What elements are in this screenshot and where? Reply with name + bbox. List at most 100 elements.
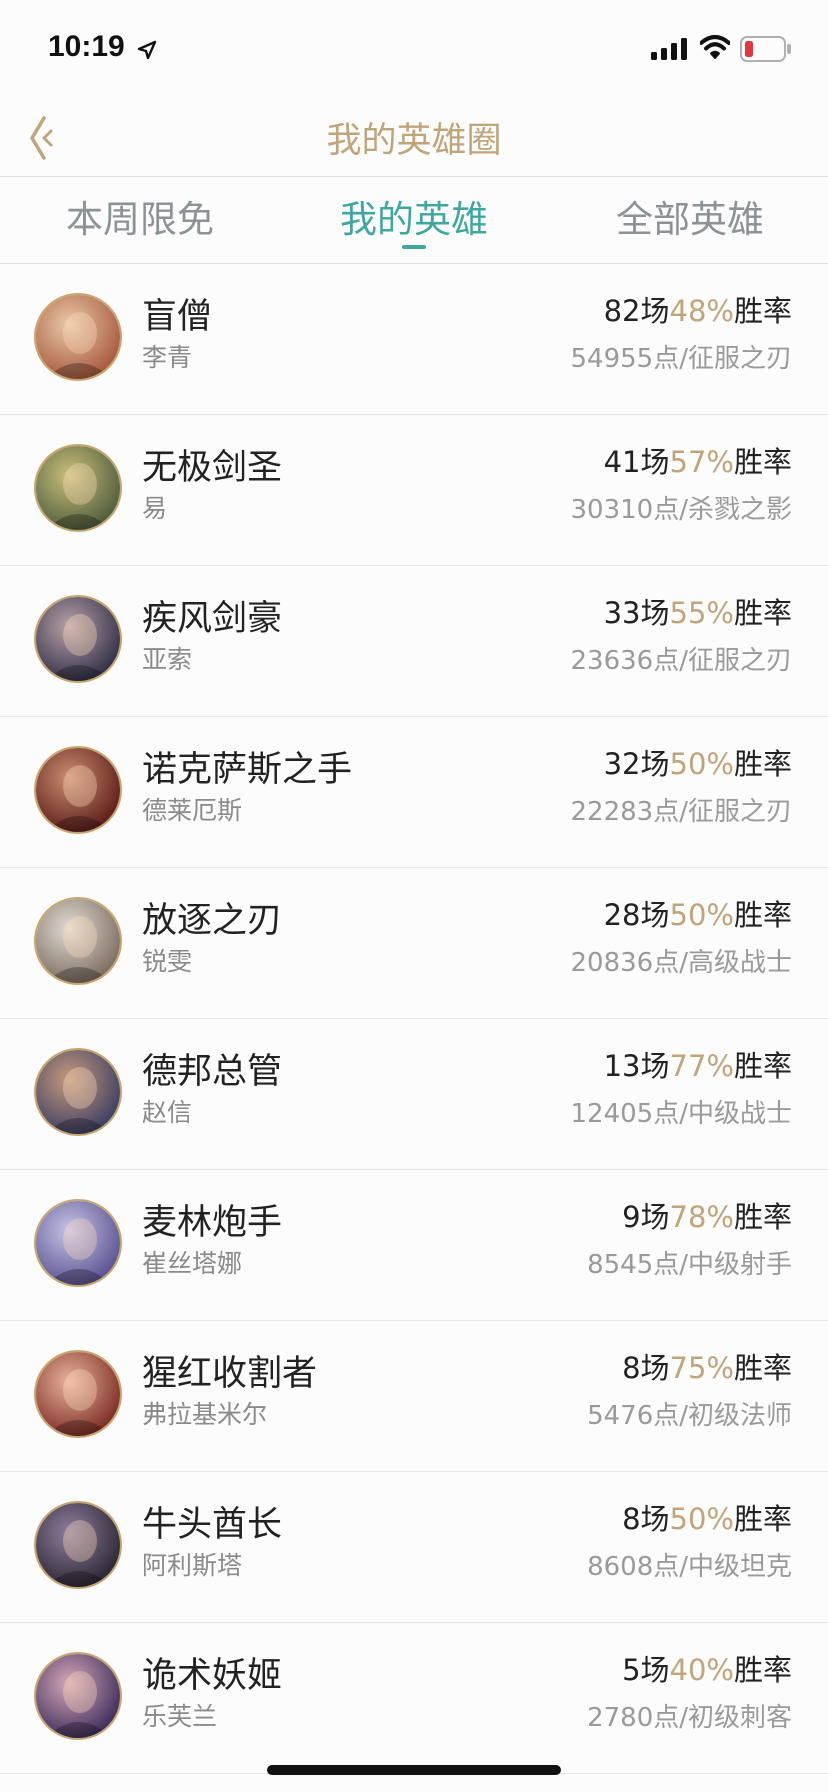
hero-win-rate: 75% — [669, 1351, 734, 1385]
status-bar: 10:19 — [0, 0, 828, 100]
hero-row[interactable]: 德邦总管赵信 13场77%胜率 12405点/中级战士 — [0, 1019, 828, 1170]
hero-games: 8场 — [622, 1351, 670, 1385]
hero-title: 诺克萨斯之手 — [142, 750, 353, 790]
hero-row[interactable]: 疾风剑豪亚索 33场55%胜率 23636点/征服之刃 — [0, 566, 828, 717]
hero-stats: 13场77%胜率 — [604, 1043, 792, 1085]
status-time: 10:19 — [48, 30, 125, 63]
hero-title: 诡术妖姬 — [142, 1656, 283, 1696]
hero-avatar — [34, 897, 122, 985]
hero-rate-label: 胜率 — [733, 596, 792, 630]
hero-stats: 9场78%胜率 — [622, 1194, 792, 1236]
hero-name: 德莱厄斯 — [142, 796, 243, 825]
hero-title: 牛头酋长 — [142, 1505, 283, 1545]
hero-list: 盲僧 李青 82场48%胜率 54955点/征服之刃 无极剑圣易 41场57%胜率 3031… — [0, 264, 828, 1774]
hero-games: 5场 — [622, 1653, 670, 1687]
hero-stats: 28场50%胜率 — [604, 892, 792, 934]
wifi-icon — [700, 35, 730, 59]
hero-title: 德邦总管 — [142, 1052, 283, 1092]
hero-avatar — [34, 293, 122, 381]
hero-points: 12405点/中级战士 — [570, 1099, 792, 1129]
hero-points: 8608点/中级坦克 — [587, 1552, 792, 1582]
hero-name: 阿利斯塔 — [142, 1551, 243, 1580]
hero-rate-label: 胜率 — [733, 1049, 792, 1083]
hero-row[interactable]: 盲僧李青 82场48%胜率 54955点/征服之刃 — [0, 264, 828, 415]
hero-stats: 5场40%胜率 — [622, 1647, 792, 1689]
hero-row[interactable]: 无极剑圣易 41场57%胜率 30310点/杀戮之影 — [0, 415, 828, 566]
hero-stats: 8场50%胜率 — [622, 1496, 792, 1538]
signal-icon — [651, 38, 687, 60]
hero-games: 33场 — [603, 596, 670, 630]
hero-games: 13场 — [603, 1049, 670, 1083]
hero-row[interactable]: 诡术妖姬乐芙兰 5场40%胜率 2780点/初级刺客 — [0, 1623, 828, 1774]
hero-rate-label: 胜率 — [733, 1351, 792, 1385]
hero-name: 亚索 — [142, 645, 193, 674]
hero-avatar — [34, 1048, 122, 1136]
hero-stats: 33场55%胜率 — [604, 590, 792, 632]
hero-points: 8545点/中级射手 — [587, 1250, 792, 1280]
hero-title: 麦林炮手 — [142, 1203, 283, 1243]
hero-avatar — [34, 746, 122, 834]
hero-rate-label: 胜率 — [733, 1200, 792, 1234]
hero-win-rate: 77% — [669, 1049, 734, 1083]
hero-points: 22283点/征服之刃 — [570, 797, 792, 827]
hero-win-rate: 55% — [669, 596, 734, 630]
hero-games: 9场 — [622, 1200, 670, 1234]
hero-points: 2780点/初级刺客 — [587, 1703, 792, 1733]
hero-points: 54955点/征服之刃 — [570, 344, 792, 374]
hero-avatar — [34, 1501, 122, 1589]
hero-name: 赵信 — [142, 1098, 193, 1127]
tab-active-indicator — [402, 245, 426, 249]
hero-stats: 82场48%胜率 — [604, 288, 792, 330]
hero-win-rate: 50% — [669, 898, 734, 932]
hero-avatar — [34, 444, 122, 532]
hero-stats: 41场57%胜率 — [604, 439, 792, 481]
hero-win-rate: 57% — [669, 445, 734, 479]
hero-rate-label: 胜率 — [733, 1653, 792, 1687]
hero-rate-label: 胜率 — [733, 294, 792, 328]
hero-title: 盲僧 — [142, 297, 213, 337]
hero-title: 放逐之刃 — [142, 901, 283, 941]
hero-stats: 32场50%胜率 — [604, 741, 792, 783]
hero-name: 易 — [142, 494, 168, 523]
hero-win-rate: 48% — [669, 294, 734, 328]
page-title: 我的英雄圈 — [326, 121, 502, 161]
hero-games: 82场 — [603, 294, 670, 328]
hero-row[interactable]: 诺克萨斯之手德莱厄斯 32场50%胜率 22283点/征服之刃 — [0, 717, 828, 868]
hero-name: 弗拉基米尔 — [142, 1400, 268, 1429]
hero-rate-label: 胜率 — [733, 445, 792, 479]
home-indicator — [267, 1765, 561, 1775]
tab-all-heroes[interactable]: 全部英雄 — [590, 177, 790, 263]
hero-win-rate: 50% — [669, 1502, 734, 1536]
nav-bar: 我的英雄圈 — [0, 100, 828, 177]
hero-win-rate: 40% — [669, 1653, 734, 1687]
hero-rate-label: 胜率 — [733, 747, 792, 781]
hero-points: 30310点/杀戮之影 — [570, 495, 792, 525]
hero-points: 20836点/高级战士 — [570, 948, 792, 978]
hero-games: 28场 — [603, 898, 670, 932]
hero-stats: 8场75%胜率 — [622, 1345, 792, 1387]
tab-weekly-free[interactable]: 本周限免 — [40, 177, 240, 263]
hero-title: 疾风剑豪 — [142, 599, 283, 639]
battery-icon — [740, 36, 791, 62]
hero-avatar — [34, 595, 122, 683]
hero-win-rate: 50% — [669, 747, 734, 781]
hero-row[interactable]: 麦林炮手崔丝塔娜 9场78%胜率 8545点/中级射手 — [0, 1170, 828, 1321]
hero-row[interactable]: 放逐之刃 锐雯 28场50%胜率 20836点/高级战士 — [0, 868, 828, 1019]
hero-name: 李青 — [142, 343, 193, 372]
hero-avatar — [34, 1199, 122, 1287]
hero-games: 32场 — [603, 747, 670, 781]
hero-avatar — [34, 1652, 122, 1740]
hero-points: 23636点/征服之刃 — [570, 646, 792, 676]
hero-name: 崔丝塔娜 — [142, 1249, 243, 1278]
hero-rate-label: 胜率 — [733, 1502, 792, 1536]
location-arrow-icon — [137, 40, 157, 60]
hero-games: 8场 — [622, 1502, 670, 1536]
hero-win-rate: 78% — [669, 1200, 734, 1234]
hero-avatar — [34, 1350, 122, 1438]
hero-title: 猩红收割者 — [142, 1354, 318, 1394]
hero-row[interactable]: 猩红收割者弗拉基米尔 8场75%胜率 5476点/初级法师 — [0, 1321, 828, 1472]
tab-my-heroes[interactable]: 我的英雄 — [314, 177, 514, 263]
hero-name: 乐芙兰 — [142, 1702, 218, 1731]
hero-points: 5476点/初级法师 — [587, 1401, 792, 1431]
hero-row[interactable]: 牛头酋长阿利斯塔 8场50%胜率 8608点/中级坦克 — [0, 1472, 828, 1623]
